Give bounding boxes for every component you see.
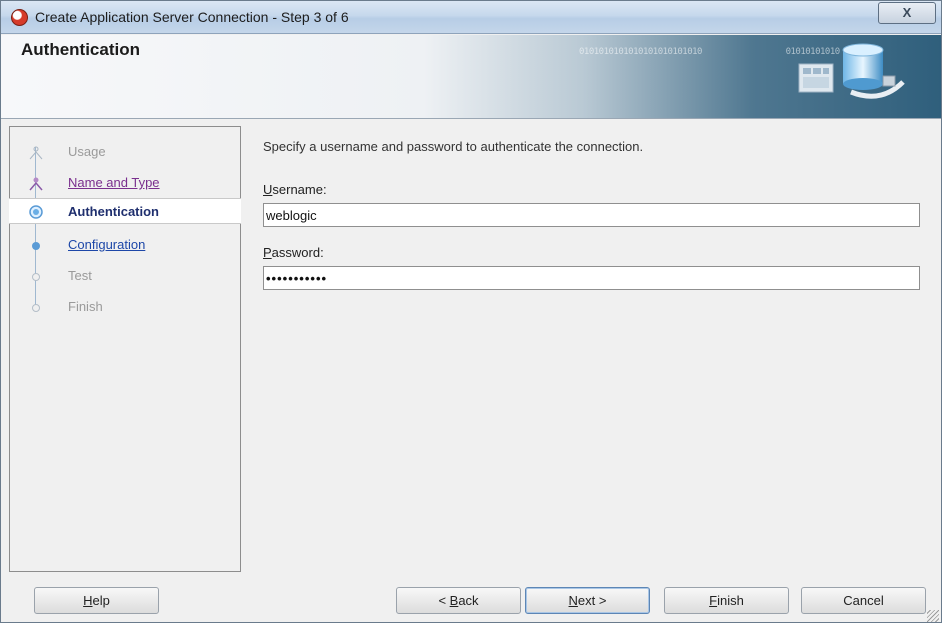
instruction-text: Specify a username and password to authe… [263, 139, 644, 154]
nav-item-name-and-type[interactable]: Name and Type [9, 170, 241, 196]
page-title: Authentication [21, 40, 140, 59]
nav-link-configuration[interactable]: Configuration [68, 237, 145, 252]
step-disabled-icon [29, 146, 43, 160]
finish-mnemonic: F [709, 593, 718, 608]
title-bar[interactable]: Create Application Server Connection - S… [1, 1, 941, 34]
nav-item-authentication[interactable]: Authentication [9, 198, 241, 224]
nav-label-usage: Usage [68, 144, 106, 159]
finish-button[interactable]: Finish [664, 587, 789, 614]
step-disabled-icon [32, 273, 40, 281]
nav-label-test: Test [68, 268, 92, 283]
next-button[interactable]: Next > [525, 587, 650, 614]
close-button[interactable]: X [878, 2, 936, 24]
username-mnemonic: U [263, 182, 273, 197]
back-button[interactable]: < Back [396, 587, 521, 614]
dialog-window: Create Application Server Connection - S… [0, 0, 942, 623]
database-connection-icon [798, 43, 905, 99]
step-disabled-icon [32, 304, 40, 312]
username-field[interactable] [263, 203, 920, 227]
username-label-text: sername: [272, 182, 327, 197]
help-mnemonic: H [83, 593, 93, 608]
content-panel [249, 119, 939, 574]
cancel-button[interactable]: Cancel [801, 587, 926, 614]
step-current-icon [29, 205, 43, 219]
help-label: elp [92, 593, 110, 608]
step-visited-icon [29, 177, 43, 191]
next-mnemonic: N [568, 593, 578, 608]
nav-item-finish: Finish [9, 294, 241, 320]
step-next-icon [32, 242, 40, 250]
back-label: ack [458, 593, 479, 608]
password-field[interactable] [263, 266, 920, 290]
nav-link-name-and-type[interactable]: Name and Type [68, 175, 160, 190]
password-mnemonic: P [263, 245, 272, 260]
finish-label: inish [717, 593, 744, 608]
nav-item-configuration[interactable]: Configuration [9, 232, 241, 258]
nav-label-finish: Finish [68, 299, 103, 314]
oracle-app-icon [11, 9, 28, 26]
resize-grip[interactable] [927, 610, 939, 622]
back-prefix: < [438, 593, 450, 608]
password-label-text: assword: [271, 245, 324, 260]
nav-item-usage: Usage [9, 139, 241, 165]
next-label: ext > [577, 593, 607, 608]
help-button[interactable]: Help [34, 587, 159, 614]
username-label: Username: [263, 182, 327, 197]
nav-item-test: Test [9, 263, 241, 289]
password-label: Password: [263, 245, 324, 260]
window-title: Create Application Server Connection - S… [35, 9, 349, 25]
nav-label-authentication: Authentication [68, 204, 159, 219]
